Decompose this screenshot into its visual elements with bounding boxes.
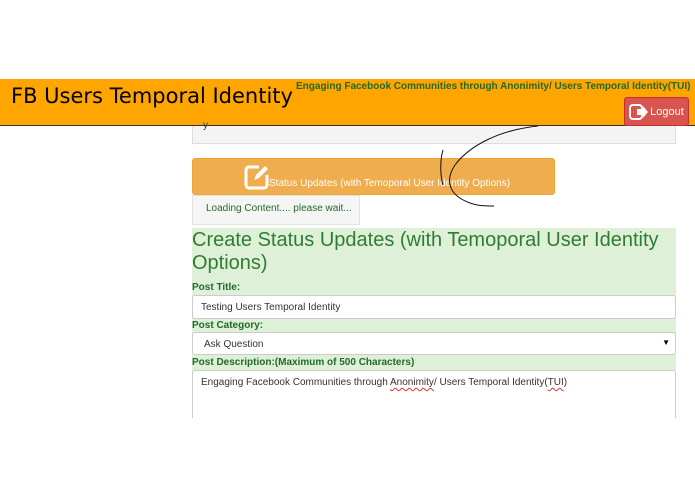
- status-updates-label: Status Updates (with Temoporal User Iden…: [269, 178, 511, 189]
- header-tagline: Engaging Facebook Communities through An…: [296, 81, 691, 92]
- post-title-value: Testing Users Temporal Identity: [201, 302, 341, 313]
- spellcheck-word: TUI: [547, 377, 564, 388]
- post-description-textarea[interactable]: Engaging Facebook Communities through An…: [192, 370, 676, 418]
- post-description-value: Engaging Facebook Communities through An…: [201, 377, 568, 388]
- post-title-input[interactable]: Testing Users Temporal Identity: [192, 295, 676, 319]
- strip-text: y: [203, 120, 208, 131]
- post-title-label: Post Title:: [192, 282, 241, 293]
- spellcheck-word: Anonimity: [390, 377, 434, 388]
- loading-text: Loading Content.... please wait...: [206, 203, 352, 214]
- collapsed-panel-strip: y: [192, 120, 676, 144]
- brand-title[interactable]: FB Users Temporal Identity: [11, 84, 293, 108]
- dropdown-arrow-icon: ▼: [662, 338, 670, 347]
- post-category-value: Ask Question: [204, 339, 264, 350]
- post-category-select[interactable]: Ask Question ▼: [192, 332, 676, 355]
- form-title: Create Status Updates (with Temoporal Us…: [192, 229, 659, 274]
- logout-icon: [629, 103, 649, 120]
- post-category-label: Post Category:: [192, 320, 264, 331]
- logout-button[interactable]: Logout: [624, 97, 689, 126]
- loading-message: Loading Content.... please wait...: [192, 195, 360, 225]
- post-description-label: Post Description:(Maximum of 500 Charact…: [192, 357, 415, 368]
- status-updates-button[interactable]: Status Updates (with Temoporal User Iden…: [192, 158, 555, 195]
- edit-square-icon: [244, 165, 269, 190]
- logout-label: Logout: [650, 105, 684, 118]
